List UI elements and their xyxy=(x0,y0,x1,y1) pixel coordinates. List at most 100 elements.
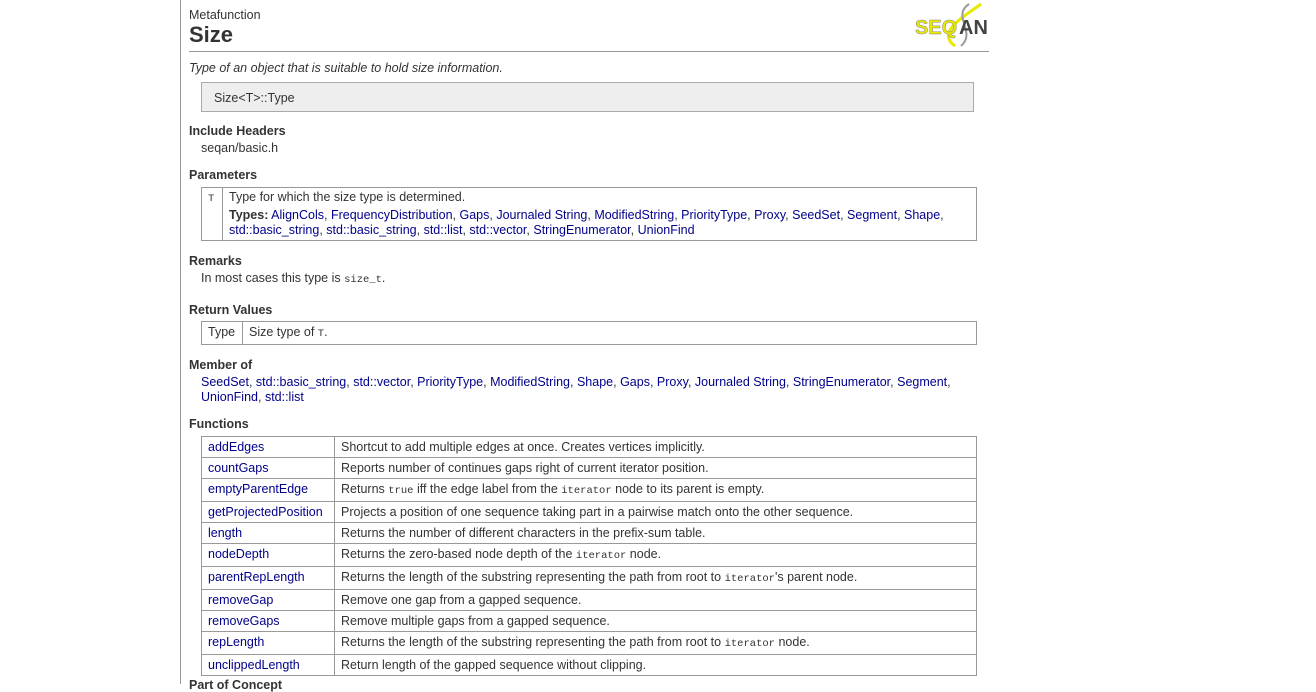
type-link[interactable]: std::vector xyxy=(469,223,526,237)
table-row: parentRepLength Returns the length of the… xyxy=(201,566,977,590)
type-link[interactable]: UnionFind xyxy=(201,390,258,404)
function-link[interactable]: removeGap xyxy=(208,593,273,607)
type-link[interactable]: Gaps xyxy=(620,375,650,389)
table-row: removeGaps Remove multiple gaps from a ga… xyxy=(201,610,977,632)
type-link[interactable]: ModifiedString xyxy=(594,208,674,222)
table-row: emptyParentEdge Returns true iff the edge… xyxy=(201,478,977,502)
inline-code: iterator xyxy=(561,485,612,497)
type-link[interactable]: Proxy xyxy=(754,208,785,222)
parameters-heading: Parameters xyxy=(189,168,258,182)
type-link[interactable]: Shape xyxy=(577,375,613,389)
type-link[interactable]: std::list xyxy=(265,390,304,404)
table-row: removeGap Remove one gap from a gapped se… xyxy=(201,589,977,611)
type-link[interactable]: UnionFind xyxy=(638,223,695,237)
function-desc: Remove multiple gaps from a gapped seque… xyxy=(334,610,977,632)
entity-kind: Metafunction xyxy=(189,8,261,22)
type-link[interactable]: Segment xyxy=(847,208,897,222)
desc-text: iff the edge label from the xyxy=(413,482,562,496)
desc-text: 's parent node. xyxy=(774,570,858,584)
types-list: AlignCols, FrequencyDistribution, Gaps, … xyxy=(229,208,944,237)
type-link[interactable]: Journaled String xyxy=(695,375,786,389)
remarks-code: size_t xyxy=(344,274,382,286)
parameters-table: T Type for which the size type is determ… xyxy=(201,187,977,241)
table-row: length Returns the number of different ch… xyxy=(201,522,977,544)
type-link[interactable]: StringEnumerator xyxy=(793,375,890,389)
desc-text: Returns the length of the substring repr… xyxy=(341,635,725,649)
inline-code: iterator xyxy=(575,550,627,562)
function-desc: Returns the length of the substring repr… xyxy=(334,631,977,655)
remarks-heading: Remarks xyxy=(189,254,242,268)
function-link[interactable]: emptyParentEdge xyxy=(208,482,308,496)
return-type: Type xyxy=(201,321,243,345)
type-link[interactable]: PriorityType xyxy=(417,375,483,389)
type-link[interactable]: FrequencyDistribution xyxy=(331,208,453,222)
desc-text: Remove one gap from a gapped sequence. xyxy=(341,593,582,607)
desc-text: Reports number of continues gaps right o… xyxy=(341,461,709,475)
desc-text: Shortcut to add multiple edges at once. … xyxy=(341,440,705,454)
return-end: . xyxy=(324,325,328,339)
table-row: unclippedLength Return length of the gapp… xyxy=(201,654,977,676)
function-link[interactable]: repLength xyxy=(208,635,264,649)
function-desc: Remove one gap from a gapped sequence. xyxy=(334,589,977,611)
type-link[interactable]: ModifiedString xyxy=(490,375,570,389)
member-of-heading: Member of xyxy=(189,358,253,372)
function-link[interactable]: removeGaps xyxy=(208,614,280,628)
type-link[interactable]: Proxy xyxy=(657,375,688,389)
type-link[interactable]: std::vector xyxy=(353,375,410,389)
table-row: getProjectedPosition Projects a position … xyxy=(201,501,977,523)
function-link[interactable]: getProjectedPosition xyxy=(208,505,323,519)
inline-code: iterator xyxy=(724,573,775,585)
type-link[interactable]: Gaps xyxy=(459,208,489,222)
param-desc: Type for which the size type is determin… xyxy=(229,190,466,204)
seqan-logo: SEQ AN xyxy=(915,2,987,48)
function-desc: Returns the length of the substring repr… xyxy=(334,566,977,590)
return-text: Size type of xyxy=(249,325,318,339)
function-link[interactable]: addEdges xyxy=(208,440,264,454)
page-title: Size xyxy=(189,22,234,47)
include-heading: Include Headers xyxy=(189,124,286,138)
types-label: Types: xyxy=(229,208,269,222)
function-link[interactable]: countGaps xyxy=(208,461,268,475)
type-link[interactable]: SeedSet xyxy=(792,208,840,222)
desc-text: node to its parent is empty. xyxy=(611,482,765,496)
desc-text: Returns xyxy=(341,482,389,496)
svg-text:SEQ: SEQ xyxy=(915,17,957,39)
function-link[interactable]: nodeDepth xyxy=(208,547,269,561)
remarks-body: In most cases this type is xyxy=(201,271,345,285)
inline-code: true xyxy=(388,485,414,497)
type-link[interactable]: Shape xyxy=(904,208,940,222)
function-desc: Returns the number of different characte… xyxy=(334,522,977,544)
desc-text: Remove multiple gaps from a gapped seque… xyxy=(341,614,610,628)
function-link[interactable]: length xyxy=(208,526,242,540)
left-border xyxy=(180,0,181,684)
function-link[interactable]: parentRepLength xyxy=(208,570,305,584)
remarks-text: In most cases this type is size_t. xyxy=(201,271,385,286)
include-value: seqan/basic.h xyxy=(201,141,279,155)
type-link[interactable]: std::basic_string xyxy=(256,375,346,389)
inline-code: iterator xyxy=(724,638,775,650)
function-link[interactable]: unclippedLength xyxy=(208,658,300,672)
signature-box: Size<T>::Type xyxy=(201,82,974,112)
functions-heading: Functions xyxy=(189,417,249,431)
function-desc: Returns the zero-based node depth of the… xyxy=(334,543,977,567)
type-link[interactable]: std::basic_string xyxy=(326,223,416,237)
table-row: T Type for which the size type is determ… xyxy=(201,187,977,241)
return-desc: Size type of T. xyxy=(242,321,977,345)
part-of-concept-heading: Part of Concept xyxy=(189,678,283,692)
type-link[interactable]: StringEnumerator xyxy=(533,223,630,237)
summary: Type of an object that is suitable to ho… xyxy=(189,61,503,75)
type-link[interactable]: Journaled String xyxy=(496,208,587,222)
type-link[interactable]: std::list xyxy=(424,223,463,237)
type-link[interactable]: Segment xyxy=(897,375,947,389)
type-link[interactable]: PriorityType xyxy=(681,208,747,222)
table-row: repLength Returns the length of the subst… xyxy=(201,631,977,655)
type-link[interactable]: std::basic_string xyxy=(229,223,319,237)
type-link[interactable]: AlignCols xyxy=(271,208,324,222)
type-link[interactable]: SeedSet xyxy=(201,375,249,389)
desc-text: Projects a position of one sequence taki… xyxy=(341,505,854,519)
function-desc: Shortcut to add multiple edges at once. … xyxy=(334,436,977,458)
function-desc: Reports number of continues gaps right o… xyxy=(334,457,977,479)
function-desc: Return length of the gapped sequence wit… xyxy=(334,654,977,676)
function-desc: Returns true iff the edge label from the… xyxy=(334,478,977,502)
desc-text: Return length of the gapped sequence wit… xyxy=(341,658,647,672)
